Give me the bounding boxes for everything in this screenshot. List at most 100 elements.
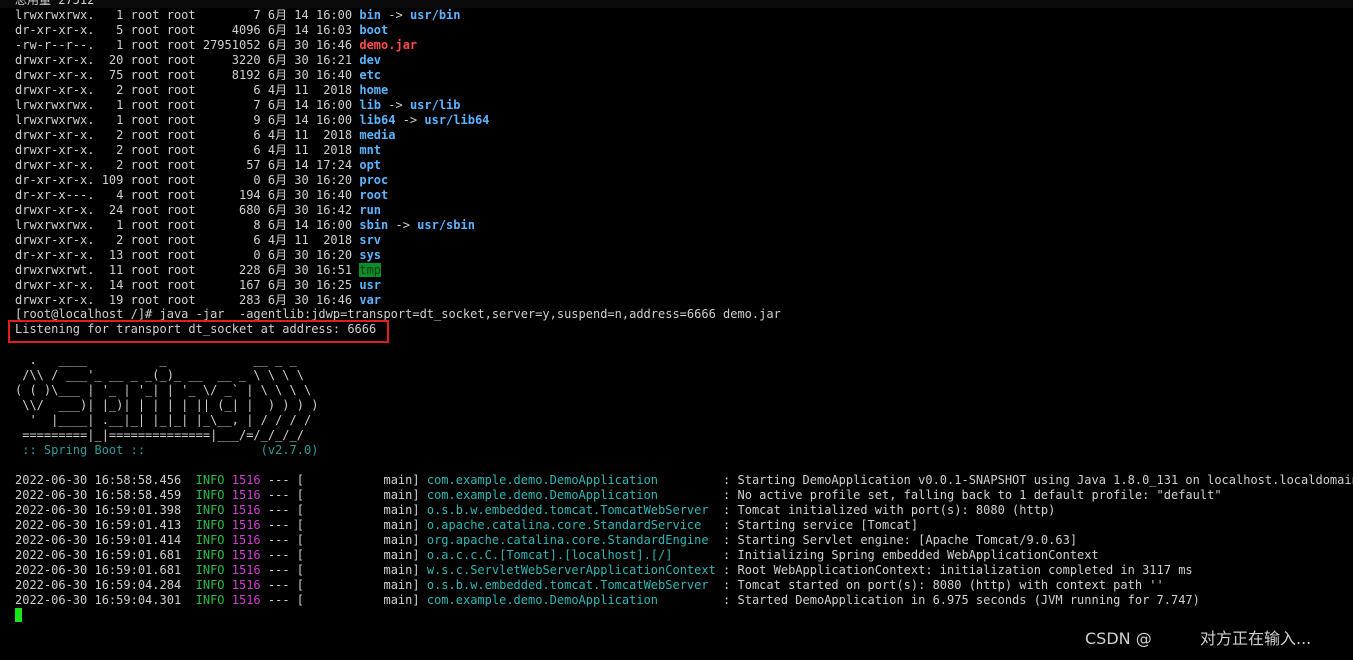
listing-row: dr-xr-xr-x. 13 root root 0 6月 30 16:20 s… xyxy=(15,248,381,263)
log-separator: --- [ xyxy=(260,593,305,607)
listing-name: demo.jar xyxy=(359,38,418,52)
log-timestamp: 2022-06-30 16:59:04.301 xyxy=(15,593,196,607)
partial-total-line: 总用量 27512 xyxy=(15,0,95,7)
link-arrow: -> xyxy=(381,8,410,22)
listing-meta: drwxr-xr-x. 19 root root 283 6月 30 16:46 xyxy=(15,293,360,307)
link-target: usr/sbin xyxy=(417,218,475,232)
listing-row: dr-xr-xr-x. 109 root root 0 6月 30 16:20 … xyxy=(15,173,388,188)
log-separator: --- [ xyxy=(260,533,305,547)
spring-boot-version: (v2.7.0) xyxy=(145,443,319,457)
listing-meta: dr-xr-x---. 4 root root 194 6月 30 16:40 xyxy=(15,188,360,202)
listing-row: drwxrwxrwt. 11 root root 228 6月 30 16:51… xyxy=(15,263,382,278)
log-line: 2022-06-30 16:59:01.681 INFO 1516 --- [ … xyxy=(15,563,1193,578)
log-separator: --- [ xyxy=(260,473,305,487)
link-arrow: -> xyxy=(381,98,410,112)
log-separator: --- [ xyxy=(260,503,305,517)
listing-row: lrwxrwxrwx. 1 root root 8 6月 14 16:00 sb… xyxy=(15,218,475,233)
listing-row: lrwxrwxrwx. 1 root root 9 6月 14 16:00 li… xyxy=(15,113,489,128)
listing-name: usr xyxy=(359,278,382,292)
log-separator: --- [ xyxy=(260,488,305,502)
listing-name: lib xyxy=(359,98,382,112)
log-message: : Tomcat started on port(s): 8080 (http)… xyxy=(715,578,1164,592)
log-logger: com.example.demo.DemoApplication xyxy=(426,488,716,502)
log-logger: o.s.b.w.embedded.tomcat.TomcatWebServer xyxy=(426,503,716,517)
listing-name: run xyxy=(359,203,382,217)
log-pid: 1516 xyxy=(231,548,261,562)
listing-row: drwxr-xr-x. 20 root root 3220 6月 30 16:2… xyxy=(15,53,381,68)
log-level: INFO xyxy=(195,503,232,517)
listing-meta: drwxr-xr-x. 2 root root 57 6月 14 17:24 xyxy=(15,158,360,172)
listing-row: drwxr-xr-x. 14 root root 167 6月 30 16:25… xyxy=(15,278,381,293)
listing-name: sys xyxy=(359,248,382,262)
log-thread: main] xyxy=(304,548,427,562)
log-line: 2022-06-30 16:59:01.413 INFO 1516 --- [ … xyxy=(15,518,918,533)
listing-row: dr-xr-x---. 4 root root 194 6月 30 16:40 … xyxy=(15,188,388,203)
log-timestamp: 2022-06-30 16:59:01.413 xyxy=(15,518,196,532)
listing-meta: lrwxrwxrwx. 1 root root 7 6月 14 16:00 xyxy=(15,8,360,22)
listing-row: drwxr-xr-x. 2 root root 6 4月 11 2018 hom… xyxy=(15,83,388,98)
banner-line: . ____ _ __ _ _ xyxy=(15,353,297,367)
log-timestamp: 2022-06-30 16:58:58.456 xyxy=(15,473,196,487)
log-separator: --- [ xyxy=(260,563,305,577)
listing-row: lrwxrwxrwx. 1 root root 7 6月 14 16:00 bi… xyxy=(15,8,461,23)
log-level: INFO xyxy=(195,563,232,577)
listing-meta: -rw-r--r--. 1 root root 27951052 6月 30 1… xyxy=(15,38,360,52)
listing-meta: drwxr-xr-x. 2 root root 6 4月 11 2018 xyxy=(15,83,360,97)
log-thread: main] xyxy=(304,473,427,487)
listing-row: drwxr-xr-x. 2 root root 6 4月 11 2018 mnt xyxy=(15,143,381,158)
log-message: : No active profile set, falling back to… xyxy=(715,488,1222,502)
log-thread: main] xyxy=(304,578,427,592)
listing-row: drwxr-xr-x. 75 root root 8192 6月 30 16:4… xyxy=(15,68,381,83)
log-timestamp: 2022-06-30 16:59:01.398 xyxy=(15,503,196,517)
listing-row: drwxr-xr-x. 2 root root 6 4月 11 2018 srv xyxy=(15,233,381,248)
log-message: : Tomcat initialized with port(s): 8080 … xyxy=(715,503,1056,517)
listing-name: var xyxy=(359,293,382,307)
banner-line: ( ( )\___ | '_ | '_| | '_ \/ _` | \ \ \ … xyxy=(15,383,312,397)
log-timestamp: 2022-06-30 16:58:58.459 xyxy=(15,488,196,502)
terminal-window[interactable]: 总用量 27512 lrwxrwxrwx. 1 root root 7 6月 1… xyxy=(0,0,1353,660)
listing-row: drwxr-xr-x. 19 root root 283 6月 30 16:46… xyxy=(15,293,381,308)
listing-name: media xyxy=(359,128,396,142)
log-thread: main] xyxy=(304,593,427,607)
terminal-top-edge xyxy=(0,0,1353,8)
log-line: 2022-06-30 16:59:04.301 INFO 1516 --- [ … xyxy=(15,593,1200,608)
log-line: 2022-06-30 16:58:58.459 INFO 1516 --- [ … xyxy=(15,488,1222,503)
listing-row: drwxr-xr-x. 2 root root 57 6月 14 17:24 o… xyxy=(15,158,381,173)
link-target: usr/bin xyxy=(409,8,461,22)
log-pid: 1516 xyxy=(231,518,261,532)
spring-boot-label: :: Spring Boot :: (v2.7.0) xyxy=(15,443,318,458)
log-logger: org.apache.catalina.core.StandardEngine xyxy=(426,533,716,547)
log-pid: 1516 xyxy=(231,473,261,487)
listing-name: etc xyxy=(359,68,382,82)
highlight-box xyxy=(8,320,389,343)
listing-row: -rw-r--r--. 1 root root 27951052 6月 30 1… xyxy=(15,38,417,53)
link-target: usr/lib64 xyxy=(424,113,490,127)
log-line: 2022-06-30 16:59:04.284 INFO 1516 --- [ … xyxy=(15,578,1164,593)
log-timestamp: 2022-06-30 16:59:01.414 xyxy=(15,533,196,547)
log-level: INFO xyxy=(195,488,232,502)
log-level: INFO xyxy=(195,593,232,607)
log-message: : Root WebApplicationContext: initializa… xyxy=(715,563,1193,577)
watermark-right: 对方正在输入... xyxy=(1200,629,1312,648)
listing-name: root xyxy=(359,188,389,202)
banner-line: ' |____| .__|_| |_|_| |_\__, | / / / / xyxy=(15,413,312,427)
log-message: : Starting DemoApplication v0.0.1-SNAPSH… xyxy=(715,473,1353,487)
listing-meta: drwxr-xr-x. 2 root root 6 4月 11 2018 xyxy=(15,143,360,157)
banner-line: \\/ ___)| |_)| | | | | || (_| | ) ) ) ) xyxy=(15,398,319,412)
listing-meta: drwxr-xr-x. 14 root root 167 6月 30 16:25 xyxy=(15,278,360,292)
log-line: 2022-06-30 16:59:01.681 INFO 1516 --- [ … xyxy=(15,548,1099,563)
log-pid: 1516 xyxy=(231,503,261,517)
listing-name: mnt xyxy=(359,143,382,157)
banner-line: =========|_|==============|___/=/_/_/_/ xyxy=(15,428,304,442)
listing-meta: drwxr-xr-x. 20 root root 3220 6月 30 16:2… xyxy=(15,53,360,67)
log-separator: --- [ xyxy=(260,548,305,562)
watermark-left: CSDN @ xyxy=(1085,629,1152,648)
listing-name: dev xyxy=(359,53,382,67)
link-target: usr/lib xyxy=(409,98,461,112)
log-thread: main] xyxy=(304,563,427,577)
listing-meta: drwxrwxrwt. 11 root root 228 6月 30 16:51 xyxy=(15,263,360,277)
log-level: INFO xyxy=(195,578,232,592)
listing-name: lib64 xyxy=(359,113,396,127)
log-message: : Starting Servlet engine: [Apache Tomca… xyxy=(715,533,1078,547)
log-level: INFO xyxy=(195,473,232,487)
